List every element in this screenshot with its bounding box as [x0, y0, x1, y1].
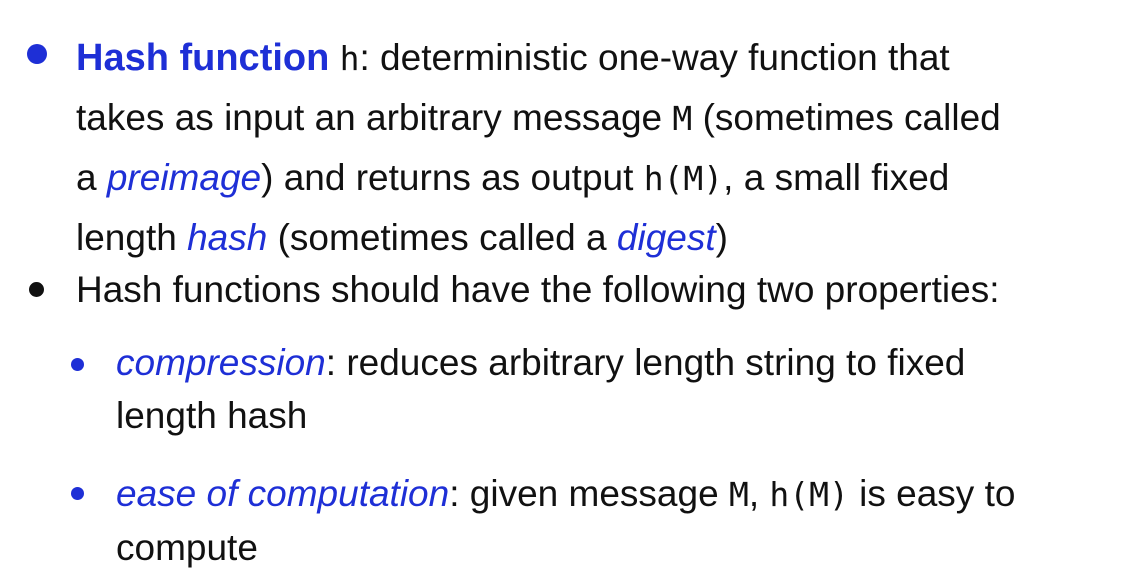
properties-intro-text: Hash functions should have the following…	[76, 269, 1000, 310]
definition-text-6: )	[715, 217, 728, 258]
slide: Hash function h: deterministic one-way f…	[0, 0, 1132, 588]
ease-text-1: : given message	[449, 473, 729, 514]
compression-term: compression	[116, 342, 326, 383]
ease-expression: h(M)	[769, 475, 849, 514]
hash-symbol: h	[339, 39, 360, 78]
definition-text-5: (sometimes called a	[267, 217, 617, 258]
bullet-icon	[71, 358, 84, 371]
bullet-icon	[27, 44, 47, 64]
bullet-compression: compression: reduces arbitrary length st…	[70, 336, 1070, 442]
bullet-icon	[71, 487, 84, 500]
ease-text: ease of computation: given message M, h(…	[116, 467, 1070, 574]
hash-term: hash	[187, 217, 268, 258]
message-symbol: M	[672, 99, 693, 138]
hash-function-term: Hash function	[76, 37, 330, 79]
bullet-hash-function-definition: Hash function h: deterministic one-way f…	[27, 28, 1006, 267]
ease-text-2: ,	[748, 473, 770, 514]
bullet-icon	[29, 282, 44, 297]
ease-term: ease of computation	[116, 473, 450, 514]
ease-message-symbol: M	[728, 475, 749, 514]
preimage-term: preimage	[106, 157, 262, 198]
bullet-ease-of-computation: ease of computation: given message M, h(…	[70, 467, 1070, 574]
bullet-properties-intro: Hash functions should have the following…	[28, 260, 1128, 319]
definition-text: Hash function h: deterministic one-way f…	[76, 28, 1006, 267]
digest-term: digest	[616, 217, 716, 258]
output-expression: h(M)	[643, 159, 724, 198]
compression-text: compression: reduces arbitrary length st…	[116, 336, 1070, 442]
definition-text-3: ) and returns as output	[261, 157, 644, 198]
